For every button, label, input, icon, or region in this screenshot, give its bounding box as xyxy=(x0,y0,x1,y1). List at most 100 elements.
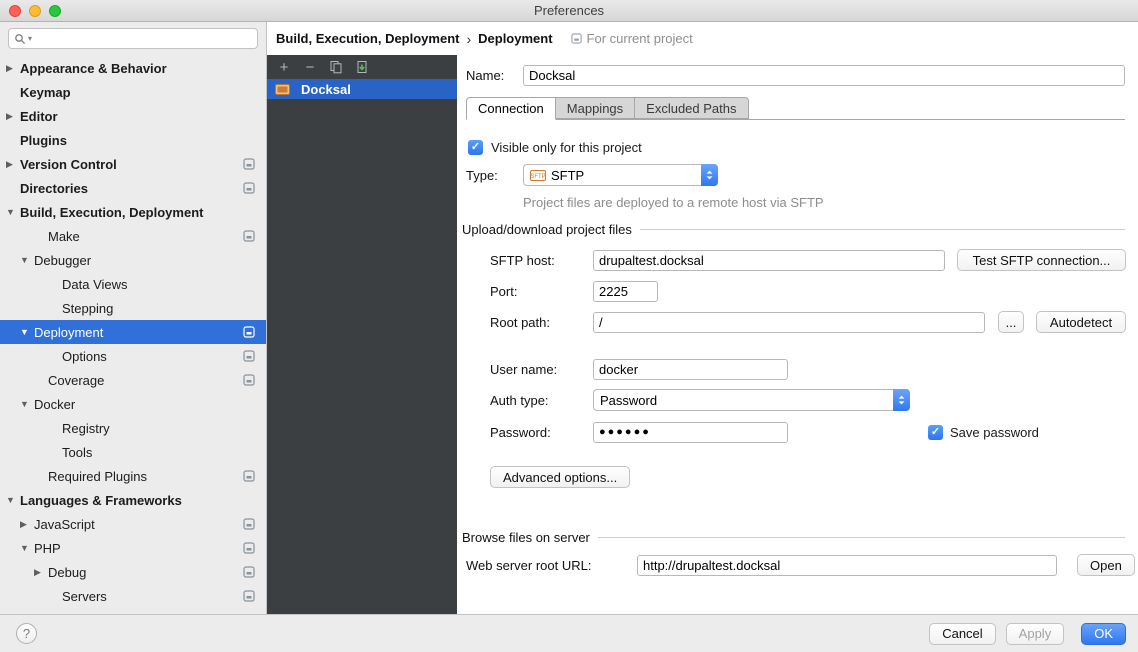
test-sftp-connection-button[interactable]: Test SFTP connection... xyxy=(957,249,1126,271)
visible-only-checkbox[interactable]: ✓ xyxy=(468,140,483,155)
shared-settings-icon xyxy=(243,470,255,482)
tab-excluded-paths-label: Excluded Paths xyxy=(646,101,736,116)
sidebar-item-tools[interactable]: Tools xyxy=(0,440,266,464)
password-input[interactable] xyxy=(593,422,788,443)
sidebar-item-options[interactable]: Options xyxy=(0,344,266,368)
sidebar-item-appearance-behavior[interactable]: ▶ Appearance & Behavior xyxy=(0,56,266,80)
sidebar-item-stepping[interactable]: Stepping xyxy=(0,296,266,320)
shared-settings-icon xyxy=(243,518,255,530)
auth-type-value: Password xyxy=(600,393,893,408)
breadcrumb-separator-icon: › xyxy=(466,31,471,47)
section-divider-line xyxy=(598,537,1125,538)
breadcrumb-parent[interactable]: Build, Execution, Deployment xyxy=(276,31,459,46)
sidebar-item-keymap[interactable]: Keymap xyxy=(0,80,266,104)
user-name-label: User name: xyxy=(490,362,593,377)
advanced-options-button[interactable]: Advanced options... xyxy=(490,466,630,488)
scope-indicator: For current project xyxy=(571,31,693,46)
chevron-right-icon[interactable]: ▶ xyxy=(6,56,20,80)
open-button[interactable]: Open xyxy=(1077,554,1135,576)
server-list-item-docksal[interactable]: Docksal xyxy=(267,79,457,99)
sftp-server-icon xyxy=(275,84,290,95)
sidebar-item-editor[interactable]: ▶ Editor xyxy=(0,104,266,128)
password-row: Password: ✓ Save password xyxy=(490,421,1039,443)
name-input[interactable] xyxy=(523,65,1125,86)
settings-sidebar: ▾ ▶ Appearance & Behavior Keymap ▶ Edito… xyxy=(0,22,267,614)
chevron-right-icon[interactable]: ▶ xyxy=(34,560,48,584)
auth-type-select[interactable]: Password xyxy=(593,389,910,411)
deployment-panel: + − Docksal xyxy=(267,55,1138,614)
tab-connection[interactable]: Connection xyxy=(466,97,556,120)
sidebar-item-data-views[interactable]: Data Views xyxy=(0,272,266,296)
tab-mappings[interactable]: Mappings xyxy=(555,97,635,119)
sidebar-item-required-plugins[interactable]: Required Plugins xyxy=(0,464,266,488)
chevron-down-icon[interactable]: ▼ xyxy=(6,200,20,224)
search-history-chevron-icon[interactable]: ▾ xyxy=(28,35,32,43)
user-name-input[interactable] xyxy=(593,359,788,380)
advanced-options-row: Advanced options... xyxy=(490,466,630,488)
sftp-host-label: SFTP host: xyxy=(490,253,593,268)
sidebar-item-docker[interactable]: ▼ Docker xyxy=(0,392,266,416)
close-window-button[interactable] xyxy=(9,5,21,17)
chevron-down-icon[interactable]: ▼ xyxy=(6,488,20,512)
port-input[interactable] xyxy=(593,281,658,302)
user-name-row: User name: xyxy=(490,358,788,380)
save-password-checkbox[interactable]: ✓ xyxy=(928,425,943,440)
browse-root-path-button[interactable]: ... xyxy=(998,311,1024,333)
type-value: SFTP xyxy=(551,168,701,183)
chevron-down-icon[interactable]: ▼ xyxy=(20,248,34,272)
password-label: Password: xyxy=(490,425,593,440)
shared-settings-icon xyxy=(243,590,255,602)
shared-settings-icon xyxy=(243,542,255,554)
sidebar-item-debugger[interactable]: ▼ Debugger xyxy=(0,248,266,272)
web-root-label: Web server root URL: xyxy=(466,558,637,573)
dropdown-arrows-icon[interactable] xyxy=(893,389,910,411)
sidebar-item-coverage[interactable]: Coverage xyxy=(0,368,266,392)
section-browse-label: Browse files on server xyxy=(462,530,590,545)
sftp-host-input[interactable] xyxy=(593,250,945,271)
chevron-right-icon[interactable]: ▶ xyxy=(6,152,20,176)
web-root-input[interactable] xyxy=(637,555,1057,576)
chevron-right-icon[interactable]: ▶ xyxy=(6,104,20,128)
sidebar-item-directories[interactable]: Directories xyxy=(0,176,266,200)
help-button[interactable]: ? xyxy=(16,623,37,644)
tab-strip-line xyxy=(466,119,1125,120)
sidebar-item-deployment[interactable]: ▼ Deployment xyxy=(0,320,266,344)
dropdown-arrows-icon[interactable] xyxy=(701,164,718,186)
type-select[interactable]: SFTP SFTP xyxy=(523,164,718,186)
settings-tree: ▶ Appearance & Behavior Keymap ▶ Editor … xyxy=(0,53,266,614)
remove-server-button[interactable]: − xyxy=(302,60,318,75)
preferences-window: Preferences ▾ ▶ Appearance & Behavior Ke… xyxy=(0,0,1138,652)
root-path-label: Root path: xyxy=(490,315,593,330)
zoom-window-button[interactable] xyxy=(49,5,61,17)
sidebar-item-php-debug[interactable]: ▶ Debug xyxy=(0,560,266,584)
sidebar-item-build-execution-deployment[interactable]: ▼ Build, Execution, Deployment xyxy=(0,200,266,224)
ok-button[interactable]: OK xyxy=(1081,623,1126,645)
sidebar-item-php[interactable]: ▼ PHP xyxy=(0,536,266,560)
shared-settings-icon xyxy=(243,566,255,578)
sidebar-item-version-control[interactable]: ▶ Version Control xyxy=(0,152,266,176)
sidebar-item-plugins[interactable]: Plugins xyxy=(0,128,266,152)
cancel-button[interactable]: Cancel xyxy=(929,623,995,645)
root-path-input[interactable] xyxy=(593,312,985,333)
apply-button[interactable]: Apply xyxy=(1006,623,1065,645)
sidebar-item-javascript[interactable]: ▶ JavaScript xyxy=(0,512,266,536)
sidebar-item-languages-frameworks[interactable]: ▼ Languages & Frameworks xyxy=(0,488,266,512)
traffic-lights xyxy=(9,5,61,17)
search-input[interactable]: ▾ xyxy=(8,28,258,49)
chevron-down-icon[interactable]: ▼ xyxy=(20,320,34,344)
sidebar-item-servers[interactable]: Servers xyxy=(0,584,266,608)
autodetect-button[interactable]: Autodetect xyxy=(1036,311,1126,333)
scope-label: For current project xyxy=(587,31,693,46)
minimize-window-button[interactable] xyxy=(29,5,41,17)
chevron-right-icon[interactable]: ▶ xyxy=(20,512,34,536)
auth-type-label: Auth type: xyxy=(490,393,593,408)
tab-excluded-paths[interactable]: Excluded Paths xyxy=(634,97,748,119)
sidebar-item-make[interactable]: Make xyxy=(0,224,266,248)
copy-server-button[interactable] xyxy=(328,60,344,74)
paste-server-button[interactable] xyxy=(354,60,370,74)
sidebar-item-registry[interactable]: Registry xyxy=(0,416,266,440)
chevron-down-icon[interactable]: ▼ xyxy=(20,392,34,416)
chevron-down-icon[interactable]: ▼ xyxy=(20,536,34,560)
web-root-row: Web server root URL: Open xyxy=(466,554,1135,576)
add-server-button[interactable]: + xyxy=(276,60,292,75)
